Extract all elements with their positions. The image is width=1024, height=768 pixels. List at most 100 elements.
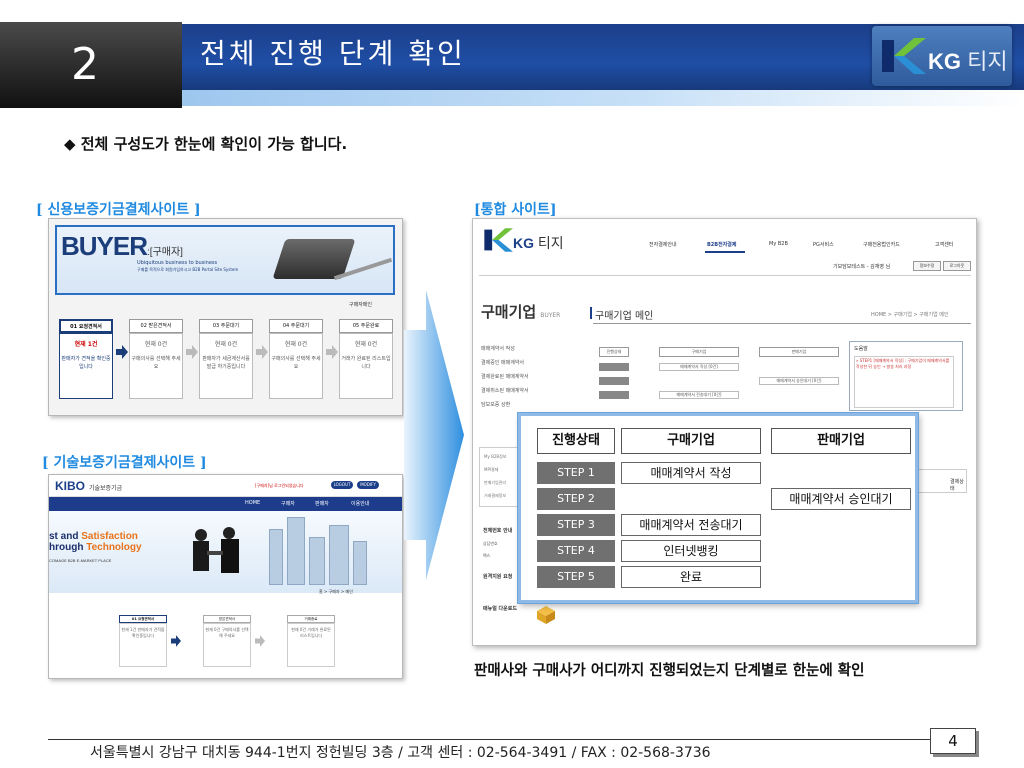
remote-support-link[interactable]: 원격지원 요청 [483, 573, 512, 580]
banner-tagline-sub: 구매를 목적으로 회원가입하시고 B2B Portal Site System [137, 267, 239, 272]
step-count: 현재 0건 [214, 341, 238, 348]
banner-tagline: Ubiquitous business to business [137, 260, 218, 266]
footer-rule [48, 739, 976, 740]
help-text: » STEP1 [매매계약서 작성] : 구매기업이 매매계약서를 작성한 뒤 … [854, 356, 954, 408]
credit-step[interactable]: 02 받은견적서 현재 0건 구매의사를 선택해 주세요 [129, 315, 183, 405]
credit-step[interactable]: 03 주문대기 현재 0건 판매자가 세금계산서를 발급 하기중입니다 [199, 315, 253, 405]
help-title: 도움말 [854, 346, 868, 352]
step-desc: 거래가 완료된 리스트입니다 [341, 356, 391, 370]
logo-brand: KG [928, 49, 961, 74]
step-desc: 판매자가 세금계산서를 발급 하기중입니다 [202, 356, 250, 370]
kg-k-icon [882, 38, 926, 74]
credit-site-label: [ 신용보증기금결제사이트 ] [36, 202, 201, 218]
step-desc: 판매자가 견적을 확인중입니다 [61, 356, 111, 370]
download-box-icon [537, 606, 555, 624]
header-underline [170, 90, 1024, 106]
left-link[interactable]: My B2B정보 [484, 454, 506, 460]
left-link[interactable]: MPI결제 [484, 467, 498, 473]
kibo-logo: KIBO 기술보증기금 [55, 479, 123, 493]
credit-steps: 01 요청견적서 현재 1건 판매자가 견적을 확인중입니다 02 받은견적서 … [59, 315, 399, 405]
step-label: STEP 1 [537, 462, 615, 484]
tech-nav: HOME 구매자 판매자 이용안내 [49, 497, 402, 511]
breadcrumb: HOME > 구매기업 > 구매기업 메인 [871, 312, 949, 318]
building-image [353, 541, 367, 585]
progress-table-zoom: 진행상태 구매기업 판매기업 STEP 1 매매계약서 작성 STEP 2 매매… [518, 413, 918, 603]
nav-item[interactable]: 판매자 [315, 500, 329, 507]
top-nav-item[interactable]: PG서비스 [813, 241, 834, 248]
col-header-buyer: 구매기업 [621, 428, 761, 454]
nav-item[interactable]: 이용안내 [351, 500, 369, 507]
big-blue-arrow-icon [404, 290, 464, 580]
side-menu-item[interactable]: 매매계약서 작성 [481, 345, 515, 352]
side-menu-item[interactable]: 결제중인 매매계약서 [481, 359, 524, 366]
intro-text: ◆ 전체 구성도가 한눈에 확인이 가능 합니다. [64, 135, 348, 153]
side-menu-item[interactable]: 결제완료된 매매계약서 [481, 373, 529, 380]
arrow-right-icon [326, 345, 338, 359]
top-nav-item[interactable]: B2B전자결제 [707, 241, 737, 248]
arrow-right-icon [186, 345, 198, 359]
left-link[interactable]: 판매기업관리 [484, 480, 506, 486]
tech-steps: 01 요청견적서 현재 1건 판매자가 견적을 확인중입니다 받은견적서 현재 … [119, 615, 379, 675]
tech-site-label: [ 기술보증기금결제사이트 ] [42, 455, 207, 471]
credit-site-screenshot: BUYER:[구매자] Ubiquitous business to busin… [48, 218, 403, 416]
hero-sub: COMAGE B2B E-MARKET PLACE [49, 558, 112, 563]
building-image [287, 517, 305, 585]
slide-title: 전체 진행 단계 확인 [200, 37, 466, 70]
side-menu-item[interactable]: 결제취소된 매매계약서 [481, 387, 529, 394]
manual-download-link[interactable]: 매뉴얼 다운로드 [483, 605, 517, 612]
credit-step[interactable]: 05 주문완료 현재 0건 거래가 완료된 리스트입니다 [339, 315, 393, 405]
arrow-right-icon [171, 635, 181, 647]
footer-address: 서울특별시 강남구 대치동 944-1번지 정헌빌딩 3층 / 고객 센터 : … [90, 745, 711, 761]
buyer-cell: 매매계약서 작성 [621, 462, 761, 484]
buyer-cell: 완료 [621, 566, 761, 588]
kg-logo: KG 티지 [872, 26, 1012, 86]
side-menu-item[interactable]: 담보보증 상환 [481, 401, 510, 408]
tech-step[interactable]: 거래종료 현재 0건 거래가 완료된 리스트입니다 [287, 615, 335, 667]
credit-step[interactable]: 01 요청견적서 현재 1건 판매자가 견적을 확인중입니다 [59, 315, 113, 405]
step-desc: 구매의사를 선택해 주세요 [131, 356, 181, 370]
step-label: STEP 4 [537, 540, 615, 562]
tech-breadcrumb: 홈 > 구매자 > 메인 [319, 589, 353, 594]
top-nav-item[interactable]: 고객센터 [935, 241, 953, 248]
integrated-caption: 판매사와 구매사가 어디까지 진행되었는지 단계별로 한눈에 확인 [474, 663, 865, 679]
step-count: 현재 0건 [284, 341, 308, 348]
top-nav-item[interactable]: 구매전용법인카드 [863, 241, 900, 248]
hero-banner: st and Satisfaction hrough Technology CO… [49, 511, 402, 593]
status-col-label: 결제상태 [950, 479, 964, 492]
top-nav-item[interactable]: My B2B [769, 241, 788, 247]
tech-step[interactable]: 01 요청견적서 현재 1건 판매자가 견적을 확인중입니다 [119, 615, 167, 667]
step-tab: 05 주문완료 [339, 319, 393, 333]
edit-info-button[interactable]: 정보수정 [913, 261, 941, 271]
step-count: 현재 0건 [144, 341, 168, 348]
nav-item[interactable]: 구매자 [281, 500, 295, 507]
tech-step[interactable]: 받은견적서 현재 0건 구매의사를 선택해 주세요 [203, 615, 251, 667]
tech-site-screenshot: KIBO 기술보증기금 [구매자]님 로그인되었습니다 LOGOUT MODIFY… [48, 474, 403, 679]
stats-title: 전체번호 안내 [483, 528, 513, 534]
logout-button[interactable]: LOGOUT [331, 481, 353, 489]
buyer-cell: 인터넷뱅킹 [621, 540, 761, 562]
step-label: STEP 5 [537, 566, 615, 588]
buyer-cell: 매매계약서 전송대기 [621, 514, 761, 536]
buyer-main-link[interactable]: 구매자메인 [349, 301, 372, 308]
building-image [269, 529, 283, 585]
page-subtitle: 구매기업 메인 [589, 307, 653, 322]
nav-item[interactable]: HOME [245, 500, 260, 506]
slide-header: 2 전체 진행 단계 확인 KG 티지 [0, 0, 1024, 108]
logo-suffix: 티지 [967, 49, 1008, 74]
logout-button[interactable]: 로그아웃 [943, 261, 971, 271]
step-tab: 03 주문대기 [199, 319, 253, 333]
integrated-site-label: [통합 사이트] [474, 202, 557, 218]
arrow-right-icon [256, 345, 268, 359]
step-label: STEP 3 [537, 514, 615, 536]
left-link[interactable]: 거래결제정보 [484, 493, 506, 499]
credit-step[interactable]: 04 주문대기 현재 0건 구매의사를 선택해 주세요 [269, 315, 323, 405]
help-box: 도움말 » STEP1 [매매계약서 작성] : 구매기업이 매매계약서를 작성… [849, 341, 963, 411]
arrow-right-icon [255, 635, 265, 647]
buyer-banner: BUYER:[구매자] Ubiquitous business to busin… [55, 225, 395, 295]
col-header-seller: 판매기업 [771, 428, 911, 454]
step-desc: 구매의사를 선택해 주세요 [271, 356, 321, 370]
top-nav-item[interactable]: 전자결제안내 [649, 241, 677, 248]
section-number: 2 [0, 22, 182, 108]
modify-button[interactable]: MODIFY [357, 481, 379, 489]
col-header-status: 진행상태 [537, 428, 615, 454]
